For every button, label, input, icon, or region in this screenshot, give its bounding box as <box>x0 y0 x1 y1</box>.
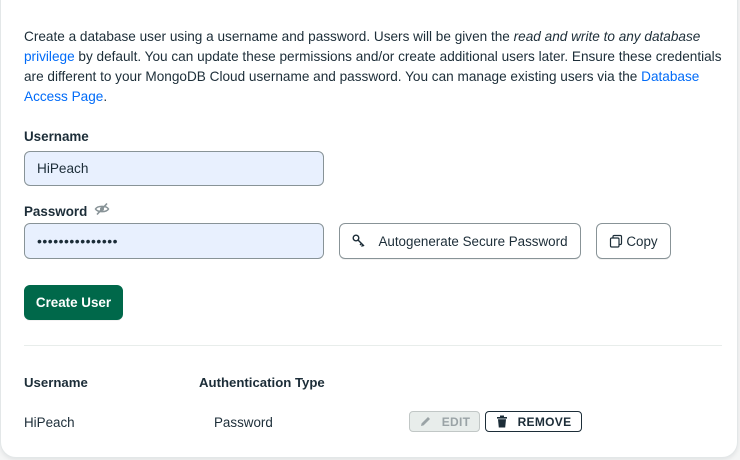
edit-label: EDIT <box>441 414 471 429</box>
autogenerate-password-button[interactable]: Autogenerate Secure Password <box>339 223 581 259</box>
username-input[interactable] <box>24 151 324 186</box>
copy-label: Copy <box>626 233 658 249</box>
description-part-1: Create a database user using a username … <box>24 29 514 44</box>
password-label: Password <box>24 204 88 219</box>
copy-button[interactable]: Copy <box>596 223 671 259</box>
key-icon <box>352 234 366 248</box>
description-emphasis: read and write to any database <box>513 29 701 44</box>
password-input[interactable]: ••••••••••••••• <box>24 223 324 259</box>
description-part-2: by default. You can update these permiss… <box>24 49 722 84</box>
trash-icon <box>496 415 508 428</box>
create-user-button[interactable]: Create User <box>24 285 123 320</box>
username-label: Username <box>24 129 89 144</box>
edit-button[interactable]: EDIT <box>409 411 480 432</box>
description-text: Create a database user using a username … <box>24 27 724 107</box>
description-part-3: . <box>103 89 108 104</box>
autogenerate-label: Autogenerate Secure Password <box>378 233 568 249</box>
remove-button[interactable]: REMOVE <box>485 411 582 432</box>
pencil-icon <box>419 415 432 428</box>
row-auth-type: Password <box>214 415 273 430</box>
column-header-auth-type: Authentication Type <box>199 375 325 390</box>
privilege-link[interactable]: privilege <box>24 49 75 64</box>
section-divider <box>24 345 722 346</box>
remove-label: REMOVE <box>517 414 572 429</box>
eye-slash-icon[interactable] <box>94 201 110 217</box>
row-username: HiPeach <box>24 415 75 430</box>
copy-icon <box>609 234 623 248</box>
column-header-username: Username <box>24 375 88 390</box>
